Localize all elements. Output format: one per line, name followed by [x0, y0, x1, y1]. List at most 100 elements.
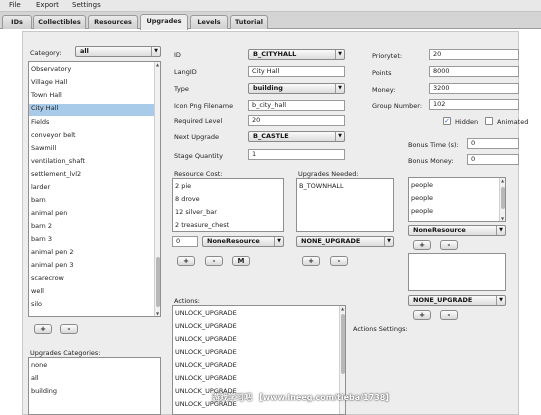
list-item[interactable]: building — [31, 387, 57, 395]
list-item[interactable]: Observatory — [31, 65, 71, 73]
list-item[interactable]: animal pen — [31, 209, 67, 217]
group-number-label: Group Number: — [372, 102, 423, 110]
resource-cost-list[interactable]: 2 pie 8 drove 12 silver_bar 2 treasure_c… — [172, 178, 284, 232]
list-item[interactable]: 12 silver_bar — [175, 208, 217, 216]
list-item[interactable]: animal pen 3 — [31, 261, 74, 269]
group-number-field[interactable]: 102 — [429, 99, 519, 110]
list-item[interactable]: ventilation_shaft — [31, 157, 85, 165]
upgrades-needed-list[interactable]: B_TOWNHALL — [296, 178, 394, 232]
add-people-button[interactable]: + — [413, 240, 431, 250]
list-item[interactable]: none — [31, 361, 47, 369]
people-list-scrollbar[interactable]: ▲ ▼ — [499, 178, 505, 221]
menu-bar: File Export Settings — [0, 0, 541, 12]
remove-resource-button[interactable]: - — [205, 256, 223, 266]
list-item[interactable]: UNLOCK_UPGRADE — [175, 322, 237, 330]
list-item[interactable]: 2 pie — [175, 182, 191, 190]
list-item[interactable]: barn 3 — [31, 235, 52, 243]
scroll-up-icon[interactable]: ▲ — [155, 62, 160, 67]
add-people-upgrade-button[interactable]: + — [413, 310, 431, 320]
remove-upgrade-button[interactable]: - — [60, 324, 78, 334]
people-list[interactable]: people people people ▲ ▼ — [408, 177, 506, 222]
scroll-down-icon[interactable]: ▼ — [155, 311, 160, 316]
tab-collectibles[interactable]: Collectibles — [33, 15, 86, 29]
list-item[interactable]: UNLOCK_UPGRADE — [175, 309, 237, 317]
list-item[interactable]: barn — [31, 196, 46, 204]
scroll-thumb[interactable] — [501, 187, 505, 209]
list-item[interactable]: UNLOCK_UPGRADE — [175, 348, 237, 356]
menu-settings[interactable]: Settings — [72, 1, 101, 9]
langid-field[interactable]: City Hall — [248, 66, 345, 77]
people-upgrade-list[interactable] — [408, 253, 506, 291]
list-item[interactable]: UNLOCK_UPGRADE — [175, 335, 237, 343]
upgrade-needed-select[interactable]: NONE_UPGRADE ▼ — [296, 236, 394, 247]
list-item[interactable]: larder — [31, 183, 50, 191]
stage-quantity-field[interactable]: 1 — [248, 149, 345, 160]
remove-needed-button[interactable]: - — [330, 256, 348, 266]
list-item[interactable]: people — [411, 194, 433, 202]
tab-levels[interactable]: Levels — [190, 15, 228, 29]
upgrade-list-scrollbar[interactable]: ▲ ▼ — [154, 62, 160, 316]
chevron-down-icon: ▼ — [335, 132, 344, 141]
resource-cost-label: Resource Cost: — [174, 170, 223, 178]
hidden-checkbox[interactable]: ✓ — [443, 117, 451, 125]
priority-field[interactable]: 20 — [429, 49, 519, 60]
list-item[interactable]: Village Hall — [31, 78, 67, 86]
scroll-down-icon[interactable]: ▼ — [500, 216, 505, 221]
list-item[interactable]: conveyor belt — [31, 131, 76, 139]
list-item-selected[interactable]: City Hall — [29, 104, 160, 116]
resource-select[interactable]: NoneResource ▼ — [202, 236, 284, 247]
tab-ids[interactable]: IDs — [2, 15, 32, 29]
icon-filename-field[interactable]: b_city_hall — [248, 100, 345, 111]
list-item[interactable]: all — [31, 374, 39, 382]
scroll-thumb[interactable] — [341, 314, 345, 374]
menu-export[interactable]: Export — [36, 1, 59, 9]
people-resource-select[interactable]: NoneResource ▼ — [408, 225, 506, 236]
list-item[interactable]: B_TOWNHALL — [299, 182, 344, 190]
scroll-thumb[interactable] — [156, 257, 160, 307]
bonus-time-field[interactable]: 0 — [467, 138, 519, 149]
list-item[interactable]: animal pen 2 — [31, 248, 74, 256]
animated-label: Animated — [497, 118, 529, 126]
required-level-field[interactable]: 20 — [248, 115, 345, 126]
tab-tutorial[interactable]: Tutorial — [230, 15, 268, 29]
list-item[interactable]: people — [411, 181, 433, 189]
list-item[interactable]: well — [31, 287, 44, 295]
add-resource-button[interactable]: + — [177, 256, 195, 266]
points-field[interactable]: 8000 — [429, 66, 519, 77]
list-item[interactable]: scarecrow — [31, 274, 64, 282]
list-item[interactable]: 2 treasure_chest — [175, 221, 229, 229]
next-upgrade-select[interactable]: B_CASTLE ▼ — [248, 131, 345, 142]
money-field[interactable]: 3200 — [429, 83, 519, 94]
list-item[interactable]: people — [411, 207, 433, 215]
animated-checkbox[interactable] — [485, 117, 493, 125]
tab-upgrades[interactable]: Upgrades — [140, 14, 188, 30]
list-item[interactable]: settlement_lvl2 — [31, 170, 81, 178]
scroll-up-icon[interactable]: ▲ — [340, 306, 345, 311]
upgrade-list[interactable]: Observatory Village Hall Town Hall City … — [28, 61, 161, 317]
watermark: 游戏学习吧 【www.lneeg.com/tieba/1738】 — [212, 393, 394, 402]
categories-list[interactable]: none all building — [28, 357, 161, 415]
list-item[interactable]: silo — [31, 300, 42, 308]
list-item[interactable]: 8 drove — [175, 195, 200, 203]
list-item[interactable]: barn 2 — [31, 222, 52, 230]
tab-resources[interactable]: Resources — [88, 15, 138, 29]
add-upgrade-button[interactable]: + — [34, 324, 52, 334]
list-item[interactable]: Town Hall — [31, 91, 62, 99]
menu-file[interactable]: File — [9, 1, 21, 9]
add-needed-button[interactable]: + — [302, 256, 320, 266]
category-select[interactable]: all ▼ — [75, 46, 161, 57]
m-button[interactable]: M — [232, 256, 250, 266]
list-item[interactable]: UNLOCK_UPGRADE — [175, 361, 237, 369]
list-item[interactable]: UNLOCK_UPGRADE — [175, 374, 237, 382]
list-item[interactable]: Sawmill — [31, 144, 56, 152]
list-item[interactable]: Fields — [31, 118, 49, 126]
scroll-up-icon[interactable]: ▲ — [500, 178, 505, 183]
id-select[interactable]: B_CITYHALL ▼ — [248, 49, 345, 60]
bonus-money-field[interactable]: 0 — [467, 154, 519, 165]
remove-people-button[interactable]: - — [440, 240, 458, 250]
category-label: Category: — [30, 49, 62, 57]
remove-people-upgrade-button[interactable]: - — [440, 310, 458, 320]
resource-qty-field[interactable]: 0 — [172, 236, 198, 247]
type-select[interactable]: building ▼ — [248, 83, 345, 94]
people-upgrade-select[interactable]: NONE_UPGRADE ▼ — [408, 295, 506, 306]
